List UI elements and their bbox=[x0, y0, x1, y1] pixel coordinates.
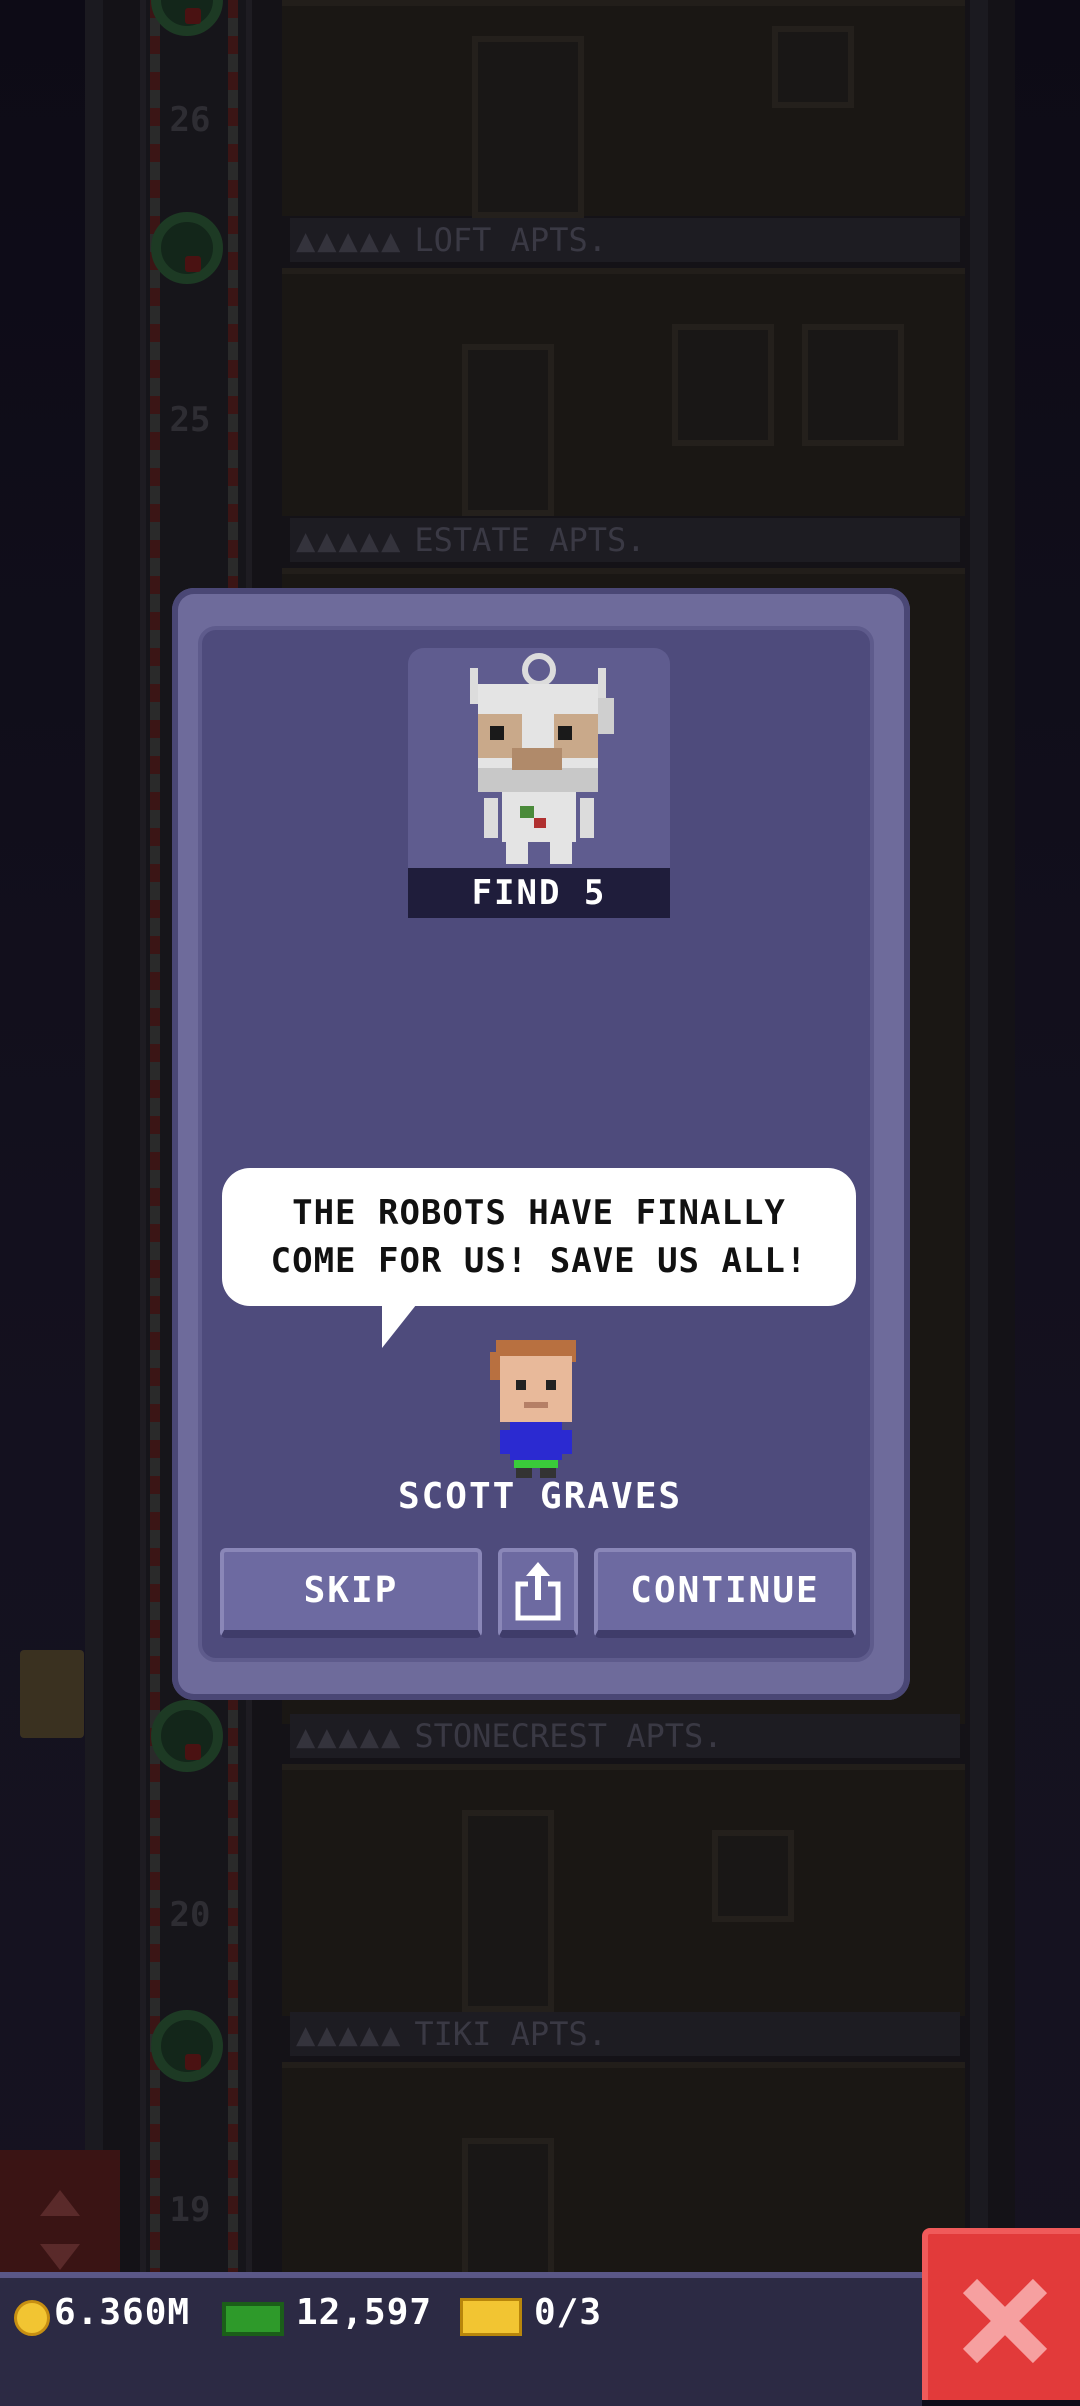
npc-name: SCOTT GRAVES bbox=[397, 1476, 683, 1517]
close-icon bbox=[962, 2278, 1048, 2364]
floor-label[interactable]: ▲▲▲▲▲ STONECREST APTS. bbox=[290, 1714, 960, 1758]
floor-name: ESTATE APTS. bbox=[414, 521, 646, 559]
mission-objective: FIND 5 bbox=[408, 868, 670, 918]
floor-label[interactable]: ▲▲▲▲▲ LOFT APTS. bbox=[290, 218, 960, 262]
coin-icon bbox=[14, 2300, 50, 2336]
floor-rating: ▲▲▲▲▲ bbox=[296, 221, 403, 259]
floor-name: LOFT APTS. bbox=[414, 221, 607, 259]
room-picture bbox=[712, 1830, 794, 1922]
floor-rating: ▲▲▲▲▲ bbox=[296, 521, 403, 559]
elevator-arrows-icon bbox=[40, 2190, 80, 2270]
room-picture bbox=[772, 26, 854, 108]
skip-button[interactable]: SKIP bbox=[220, 1548, 482, 1638]
bux-icon[interactable] bbox=[222, 2302, 284, 2336]
food-sign-icon[interactable] bbox=[20, 1650, 84, 1738]
room-window bbox=[802, 324, 904, 446]
wreath-icon bbox=[151, 2010, 223, 2082]
room-door bbox=[462, 2138, 554, 2290]
floor-room[interactable] bbox=[282, 268, 965, 516]
candy-stripe-left bbox=[150, 0, 160, 2280]
floor-name: STONECREST APTS. bbox=[414, 1717, 723, 1755]
floor-number: 25 bbox=[169, 400, 211, 440]
speech-bubble-tail bbox=[382, 1300, 420, 1348]
floor-room[interactable] bbox=[282, 2062, 965, 2290]
ticket-icon[interactable] bbox=[460, 2298, 522, 2336]
npc-avatar bbox=[490, 1340, 576, 1478]
tower-left-wall bbox=[85, 0, 103, 2280]
floor-label[interactable]: ▲▲▲▲▲ ESTATE APTS. bbox=[290, 518, 960, 562]
floor-label[interactable]: ▲▲▲▲▲ TIKI APTS. bbox=[290, 2012, 960, 2056]
room-window bbox=[672, 324, 774, 446]
floor-number: 19 bbox=[169, 2190, 211, 2230]
share-icon bbox=[515, 1562, 561, 1621]
bux-count[interactable]: 12,597 bbox=[296, 2292, 432, 2333]
share-button[interactable] bbox=[498, 1548, 578, 1638]
floor-rating: ▲▲▲▲▲ bbox=[296, 1717, 403, 1755]
tower-right-wall bbox=[970, 0, 988, 2280]
coin-count: 6.360M bbox=[54, 2292, 191, 2333]
room-door bbox=[462, 1810, 554, 2012]
speech-bubble: THE ROBOTS HAVE FINALLY COME FOR US! SAV… bbox=[222, 1168, 856, 1306]
floor-room[interactable] bbox=[282, 1764, 965, 2016]
room-door bbox=[472, 36, 584, 218]
room-door bbox=[462, 344, 554, 516]
floor-rating: ▲▲▲▲▲ bbox=[296, 2015, 403, 2053]
wreath-icon bbox=[151, 212, 223, 284]
robot-icon bbox=[470, 653, 614, 864]
wreath-icon bbox=[151, 1700, 223, 1772]
ticket-count[interactable]: 0/3 bbox=[534, 2292, 602, 2333]
floor-number: 20 bbox=[169, 1895, 211, 1935]
close-button[interactable] bbox=[922, 2228, 1080, 2400]
continue-button[interactable]: CONTINUE bbox=[594, 1548, 856, 1638]
floor-name: TIKI APTS. bbox=[414, 2015, 607, 2053]
floor-room[interactable] bbox=[282, 0, 965, 218]
elevator-control[interactable] bbox=[0, 2150, 120, 2290]
floor-number: 26 bbox=[169, 100, 211, 140]
